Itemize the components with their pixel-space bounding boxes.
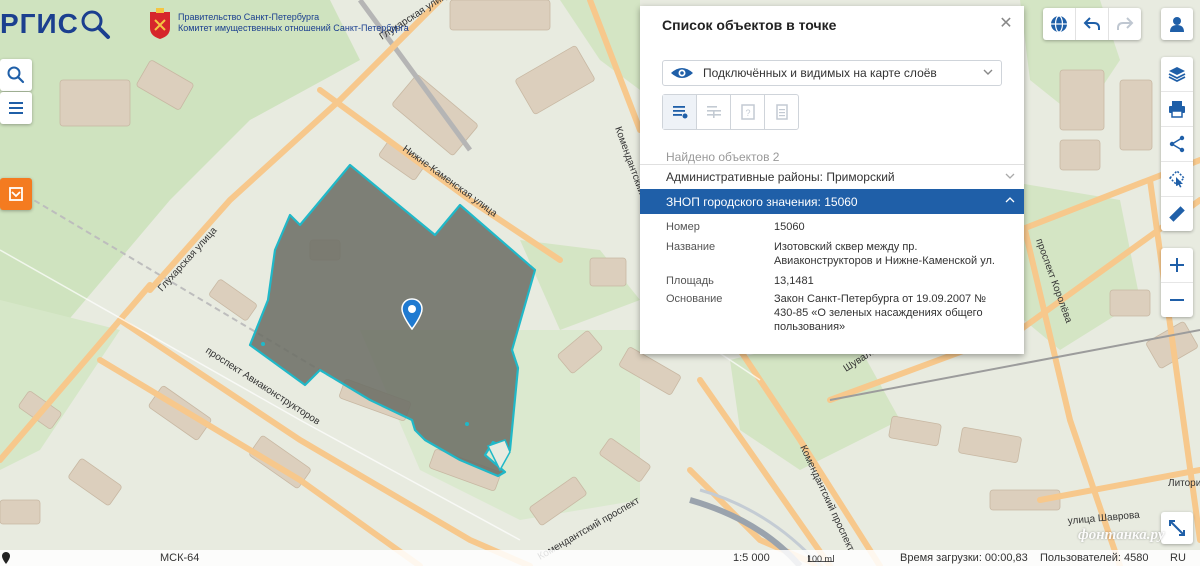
- result-group-label: ЗНОП городского значения: 15060: [666, 194, 858, 209]
- attribute-key: Номер: [666, 221, 700, 233]
- globe-button[interactable]: [1043, 8, 1076, 40]
- chevron-up-icon: [1005, 197, 1015, 203]
- panel-title: Список объектов в точке: [662, 17, 837, 33]
- street-label-litorina: Литори: [1168, 478, 1200, 489]
- result-group-admin-districts[interactable]: Административные районы: Приморский: [640, 164, 1024, 190]
- select-tool-button[interactable]: [1161, 162, 1193, 197]
- zoom-controls: [1161, 248, 1193, 317]
- chevron-down-icon: [983, 69, 993, 75]
- list-view-button[interactable]: [663, 95, 697, 129]
- users-count: Пользователей: 4580: [1040, 552, 1149, 564]
- search-button[interactable]: [0, 59, 32, 91]
- table-icon: [706, 106, 721, 118]
- view-mode-toolbar: ?: [662, 94, 799, 130]
- menu-icon: [9, 102, 23, 114]
- location-marker-icon[interactable]: [401, 298, 423, 330]
- fontanka-watermark: фонтанка.ру: [1078, 527, 1165, 543]
- fullscreen-button[interactable]: [1161, 512, 1193, 544]
- eye-layers-icon: [671, 68, 693, 78]
- expand-icon: [1169, 520, 1185, 536]
- result-group-label: Административные районы: Приморский: [666, 170, 895, 184]
- minus-icon: [1170, 299, 1184, 301]
- basemap-toggle-button[interactable]: [0, 178, 32, 210]
- map-tools-group: [1161, 57, 1193, 231]
- document-view-button[interactable]: [765, 95, 798, 129]
- history-toolbar: [1043, 8, 1141, 40]
- svg-text:?: ?: [745, 108, 750, 118]
- share-icon: [1169, 135, 1185, 153]
- scale-label: 1:5 000: [733, 552, 770, 564]
- gov-line-2: Комитет имущественных отношений Санкт-Пе…: [178, 23, 409, 33]
- rgis-logo[interactable]: РГИС: [0, 2, 111, 46]
- attribute-value: 13,1481: [774, 275, 814, 287]
- attribute-row: Номер 15060: [640, 220, 1024, 240]
- layers-button[interactable]: [1161, 57, 1193, 92]
- list-icon: [672, 106, 687, 119]
- measure-button[interactable]: [1161, 197, 1193, 231]
- government-header: Правительство Санкт-Петербурга Комитет и…: [148, 8, 409, 40]
- attribute-value: 15060: [774, 221, 805, 233]
- load-time: Время загрузки: 00:00,83: [900, 552, 1028, 564]
- location-pin-icon: [2, 552, 10, 564]
- attribute-row: Название Изотовский сквер между пр. Авиа…: [640, 240, 1024, 274]
- attribute-key: Название: [666, 241, 716, 253]
- logo-text: РГИС: [0, 8, 79, 39]
- attribute-key: Площадь: [666, 275, 714, 287]
- gov-line-1: Правительство Санкт-Петербурга: [178, 12, 320, 22]
- layers-icon: [1168, 67, 1186, 83]
- chevron-down-icon: [1005, 173, 1015, 179]
- objects-at-point-panel: Список объектов в точке ✕ Подключённых и…: [640, 6, 1024, 354]
- attribute-key: Основание: [666, 293, 723, 305]
- layer-source-value: Подключённых и видимых на карте слоёв: [703, 66, 937, 80]
- undo-button[interactable]: [1076, 8, 1109, 40]
- print-button[interactable]: [1161, 92, 1193, 127]
- globe-icon: [1051, 15, 1067, 33]
- magnifier-logo-icon: [81, 10, 110, 39]
- user-icon: [1170, 17, 1184, 32]
- attribute-row: Площадь 13,1481: [640, 274, 1024, 292]
- search-icon: [7, 66, 25, 84]
- layer-source-select[interactable]: Подключённых и видимых на карте слоёв: [662, 60, 1002, 86]
- cursor-select-icon: [1168, 169, 1186, 188]
- document-icon: [775, 104, 788, 120]
- undo-icon: [1083, 17, 1100, 30]
- spb-emblem-icon: [150, 8, 170, 39]
- redo-icon: [1117, 17, 1134, 30]
- found-count: Найдено объектов 2: [666, 150, 780, 164]
- close-icon[interactable]: ✕: [998, 16, 1014, 32]
- status-bar: МСК-64 1:5 000 100 m Время загрузки: 00:…: [0, 550, 1200, 566]
- redo-button[interactable]: [1109, 8, 1141, 40]
- ruler-icon: [1169, 206, 1185, 222]
- help-document-icon: ?: [740, 104, 755, 120]
- attribute-row: Основание Закон Санкт-Петербурга от 19.0…: [640, 292, 1024, 338]
- share-button[interactable]: [1161, 127, 1193, 162]
- attribute-value: Изотовский сквер между пр. Авиаконструкт…: [774, 241, 995, 267]
- help-view-button[interactable]: ?: [731, 95, 765, 129]
- menu-button[interactable]: [0, 92, 32, 124]
- user-button[interactable]: [1161, 8, 1193, 40]
- scale-bar-label: 100 m: [807, 554, 833, 564]
- zoom-out-button[interactable]: [1161, 283, 1193, 317]
- zoom-in-button[interactable]: [1161, 248, 1193, 283]
- result-group-znop[interactable]: ЗНОП городского значения: 15060: [640, 189, 1024, 214]
- plus-icon: [1170, 258, 1184, 272]
- layers-icon: [9, 187, 23, 201]
- language-selector[interactable]: RU: [1170, 552, 1186, 564]
- crs-label[interactable]: МСК-64: [160, 552, 199, 564]
- attribute-table: Номер 15060 Название Изотовский сквер ме…: [640, 220, 1024, 338]
- attribute-value: Закон Санкт-Петербурга от 19.09.2007 № 4…: [774, 293, 987, 333]
- print-icon: [1169, 101, 1185, 118]
- table-view-button[interactable]: [697, 95, 731, 129]
